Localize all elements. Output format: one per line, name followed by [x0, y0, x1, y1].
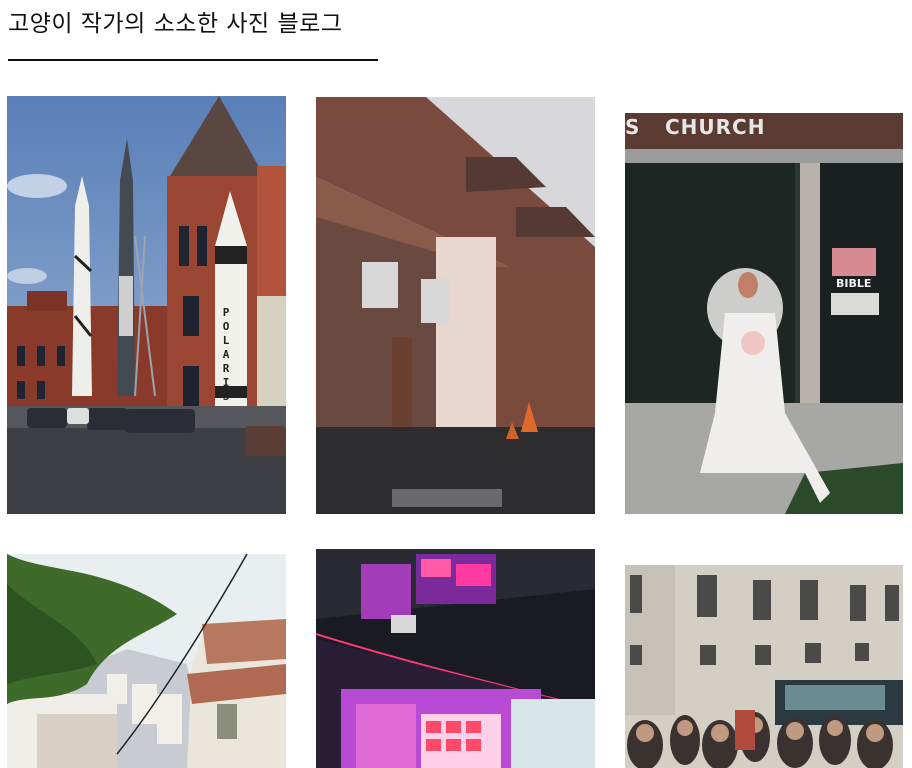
photo-warehouse[interactable]	[316, 97, 595, 514]
blog-header: 고양이 작가의 소소한 사진 블로그	[8, 6, 378, 61]
rocket-label: POLARIS	[222, 306, 230, 403]
photo-hillside-town[interactable]	[7, 554, 286, 768]
photo-rockets[interactable]: POLARIS	[7, 96, 286, 514]
bible-poster: BIBLE	[836, 277, 872, 290]
title-underline	[8, 59, 378, 61]
church-sign: CHURCH	[665, 115, 766, 139]
photo-neon-arcade[interactable]	[316, 549, 595, 768]
church-sign-prefix: S	[625, 115, 640, 139]
blog-title[interactable]: 고양이 작가의 소소한 사진 블로그	[8, 6, 378, 42]
photo-bride[interactable]: S CHURCH BIBLE	[625, 113, 903, 514]
photo-crowd[interactable]	[625, 565, 903, 768]
